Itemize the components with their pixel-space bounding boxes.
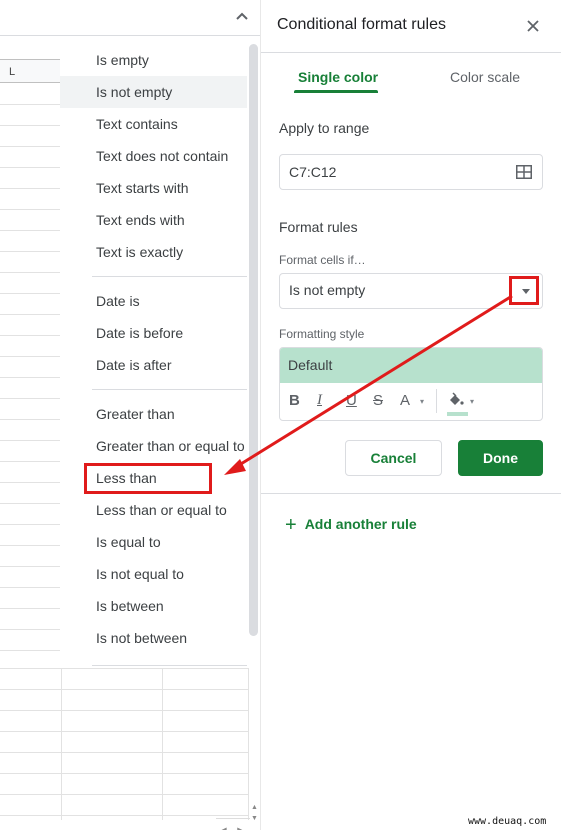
menu-item-is-between[interactable]: Is between [60,590,247,622]
done-button[interactable]: Done [458,440,543,476]
vertical-scroll-buttons: ▲ ▼ [249,802,260,824]
menu-item-text-does-not-contain[interactable]: Text does not contain [60,140,247,172]
grid-row-line [0,566,60,567]
grid-row-line [0,503,60,504]
menu-item-date-is-before[interactable]: Date is before [60,317,247,349]
grid-row-line [0,377,60,378]
menu-item-is-not-between[interactable]: Is not between [60,622,247,654]
cancel-button[interactable]: Cancel [345,440,442,476]
grid-row-line [0,650,60,651]
italic-button[interactable]: I [317,392,322,409]
text-color-button[interactable]: A [400,392,410,409]
menu-item-is-not-empty[interactable]: Is not empty [60,76,247,108]
menu-separator [92,276,247,277]
tab-color-scale[interactable]: Color scale [450,69,520,85]
close-icon[interactable] [523,16,543,36]
grid-row-line [0,524,60,525]
style-toolbar: B I U S A ▾ ▾ [280,383,542,420]
formatting-style-box: Default B I U S A ▾ ▾ [279,347,543,421]
condition-select[interactable]: Is not empty [279,273,543,309]
toolbar-divider [436,389,437,413]
fill-color-swatch [447,412,468,416]
annotation-highlight-dropdown-arrow [509,276,539,305]
menu-item-greater-than[interactable]: Greater than [60,398,247,430]
scroll-right-icon[interactable]: ▶ [232,825,248,830]
horizontal-scroll-buttons: ◀▶ [216,818,250,830]
menu-item-date-is-after[interactable]: Date is after [60,349,247,381]
grid-row-line [0,482,60,483]
menu-scrollbar[interactable] [249,44,258,636]
sheet-top-bar [0,0,260,36]
menu-item-text-ends-with[interactable]: Text ends with [60,204,247,236]
menu-item-is-equal-to[interactable]: Is equal to [60,526,247,558]
grid-row-line [0,146,60,147]
grid-row-line [0,314,60,315]
format-cells-if-label: Format cells if… [279,253,366,267]
conditional-format-panel: Conditional format rules Single color Co… [260,0,561,830]
grid-row-line [0,419,60,420]
grid-row-line [0,545,60,546]
grid-row-line [0,209,60,210]
grid-row-line [0,608,60,609]
grid-row-line [0,461,60,462]
formatting-style-label: Formatting style [279,327,365,341]
menu-separator [92,665,247,666]
add-rule-label: Add another rule [304,516,417,532]
column-header-l[interactable]: L [0,59,60,83]
grid-row-line [0,293,60,294]
text-color-caret-icon[interactable]: ▾ [420,397,424,406]
panel-header: Conditional format rules [261,0,561,53]
menu-item-text-starts-with[interactable]: Text starts with [60,172,247,204]
chevron-up-icon[interactable] [232,6,252,26]
fill-color-icon[interactable] [447,391,465,409]
scroll-down-icon[interactable]: ▼ [249,813,260,824]
condition-value: Is not empty [289,282,366,298]
grid-row-line [0,629,60,630]
tab-bar: Single color Color scale [261,53,561,105]
grid-row-line [0,272,60,273]
menu-item-date-is[interactable]: Date is [60,285,247,317]
fill-color-caret-icon[interactable]: ▾ [470,397,474,406]
grid-row-line [0,356,60,357]
grid-row-line [0,587,60,588]
scroll-up-icon[interactable]: ▲ [249,802,260,813]
grid-row-line [0,188,60,189]
strikethrough-button[interactable]: S [373,392,383,409]
grid-row-line [0,440,60,441]
panel-divider [261,493,561,494]
grid-row-line [0,230,60,231]
grid-row-line [0,251,60,252]
condition-dropdown-menu: Is empty Is not empty Text contains Text… [60,44,247,668]
lower-grid [0,668,249,820]
menu-item-text-contains[interactable]: Text contains [60,108,247,140]
menu-item-is-empty[interactable]: Is empty [60,44,247,76]
bold-button[interactable]: B [289,392,300,409]
menu-item-text-is-exactly[interactable]: Text is exactly [60,236,247,268]
select-range-grid-icon[interactable] [516,165,532,179]
plus-icon: + [285,514,297,536]
grid-row-line [0,398,60,399]
underline-button[interactable]: U [346,392,357,409]
tab-single-color[interactable]: Single color [298,69,378,85]
grid-row-line [0,125,60,126]
panel-title: Conditional format rules [277,16,446,33]
grid-row-line [0,104,60,105]
scroll-left-icon[interactable]: ◀ [216,825,232,830]
active-tab-indicator [294,90,378,93]
annotation-highlight-less-than [84,463,212,494]
grid-row-line [0,167,60,168]
add-another-rule-button[interactable]: + Add another rule [285,514,417,537]
grid-row-line [0,335,60,336]
menu-item-is-not-equal-to[interactable]: Is not equal to [60,558,247,590]
menu-item-less-than-or-equal-to[interactable]: Less than or equal to [60,494,247,526]
apply-to-range-label: Apply to range [279,120,370,136]
menu-item-greater-than-or-equal-to[interactable]: Greater than or equal to [60,430,247,462]
format-rules-label: Format rules [279,219,358,235]
menu-separator [92,389,247,390]
style-preset-select[interactable]: Default [280,348,542,383]
range-value: C7:C12 [289,164,337,180]
range-input[interactable]: C7:C12 [279,154,543,190]
watermark: www.deuaq.com [468,816,547,827]
